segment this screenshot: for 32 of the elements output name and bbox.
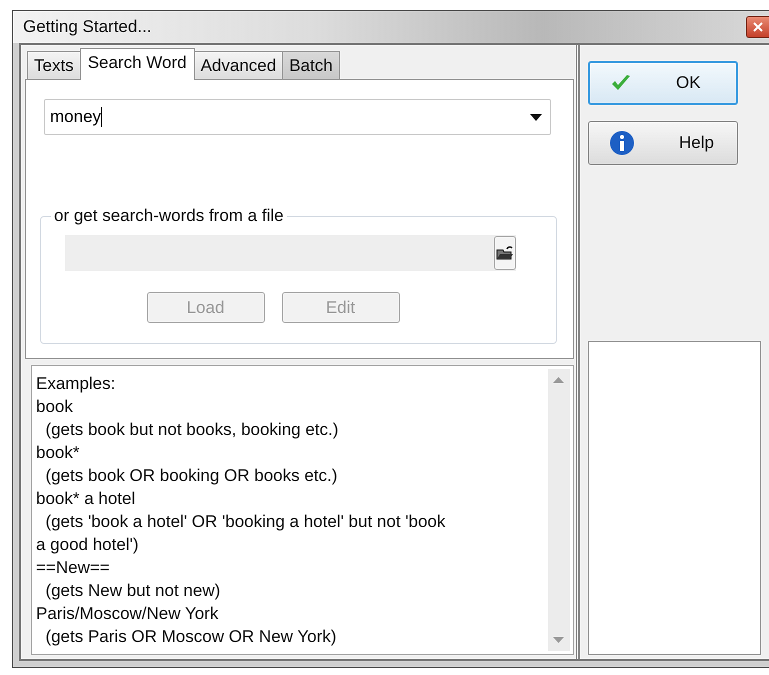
example-line: book	[36, 396, 74, 418]
close-icon	[753, 22, 763, 32]
scroll-up-icon[interactable]	[553, 377, 564, 383]
example-line: (gets New but not new)	[44, 580, 222, 602]
file-path-field[interactable]	[65, 235, 516, 271]
example-line: (gets 'book a hotel' OR 'booking a hotel' but not 'book	[44, 511, 446, 533]
folder-icon	[496, 245, 514, 261]
example-line: (gets book but not books, booking etc.)	[44, 419, 340, 441]
tab[interactable]: Search Word	[80, 48, 195, 80]
ok-button[interactable]: OK	[588, 61, 738, 105]
example-line: (gets book OR booking OR books etc.)	[44, 465, 338, 487]
help-button[interactable]: Help	[588, 121, 738, 165]
scroll-down-icon[interactable]	[553, 637, 564, 643]
example-line: a good hotel')	[36, 534, 140, 556]
example-line: Examples:	[36, 373, 116, 395]
example-line: ==New==	[36, 557, 111, 579]
info-icon	[609, 130, 635, 156]
tab[interactable]: Texts	[27, 51, 81, 79]
example-line: book* a hotel	[36, 488, 136, 510]
group-title: or get search-words from a file	[51, 206, 287, 226]
examples-textarea[interactable]	[31, 365, 574, 655]
close-button[interactable]	[746, 16, 769, 38]
example-line: Paris/Moscow/New York	[36, 603, 220, 625]
open-file-button[interactable]	[494, 236, 516, 270]
example-line: (gets Paris OR Moscow OR New York)	[44, 626, 338, 648]
search-word-combobox[interactable]: money	[44, 99, 551, 135]
scrollbar[interactable]	[548, 369, 570, 651]
example-line: book*	[36, 442, 80, 464]
tab[interactable]: Advanced	[194, 51, 284, 79]
dropdown-arrow-icon	[530, 114, 542, 120]
window-title: Getting Started...	[23, 17, 152, 37]
tab[interactable]: Batch	[282, 51, 340, 79]
